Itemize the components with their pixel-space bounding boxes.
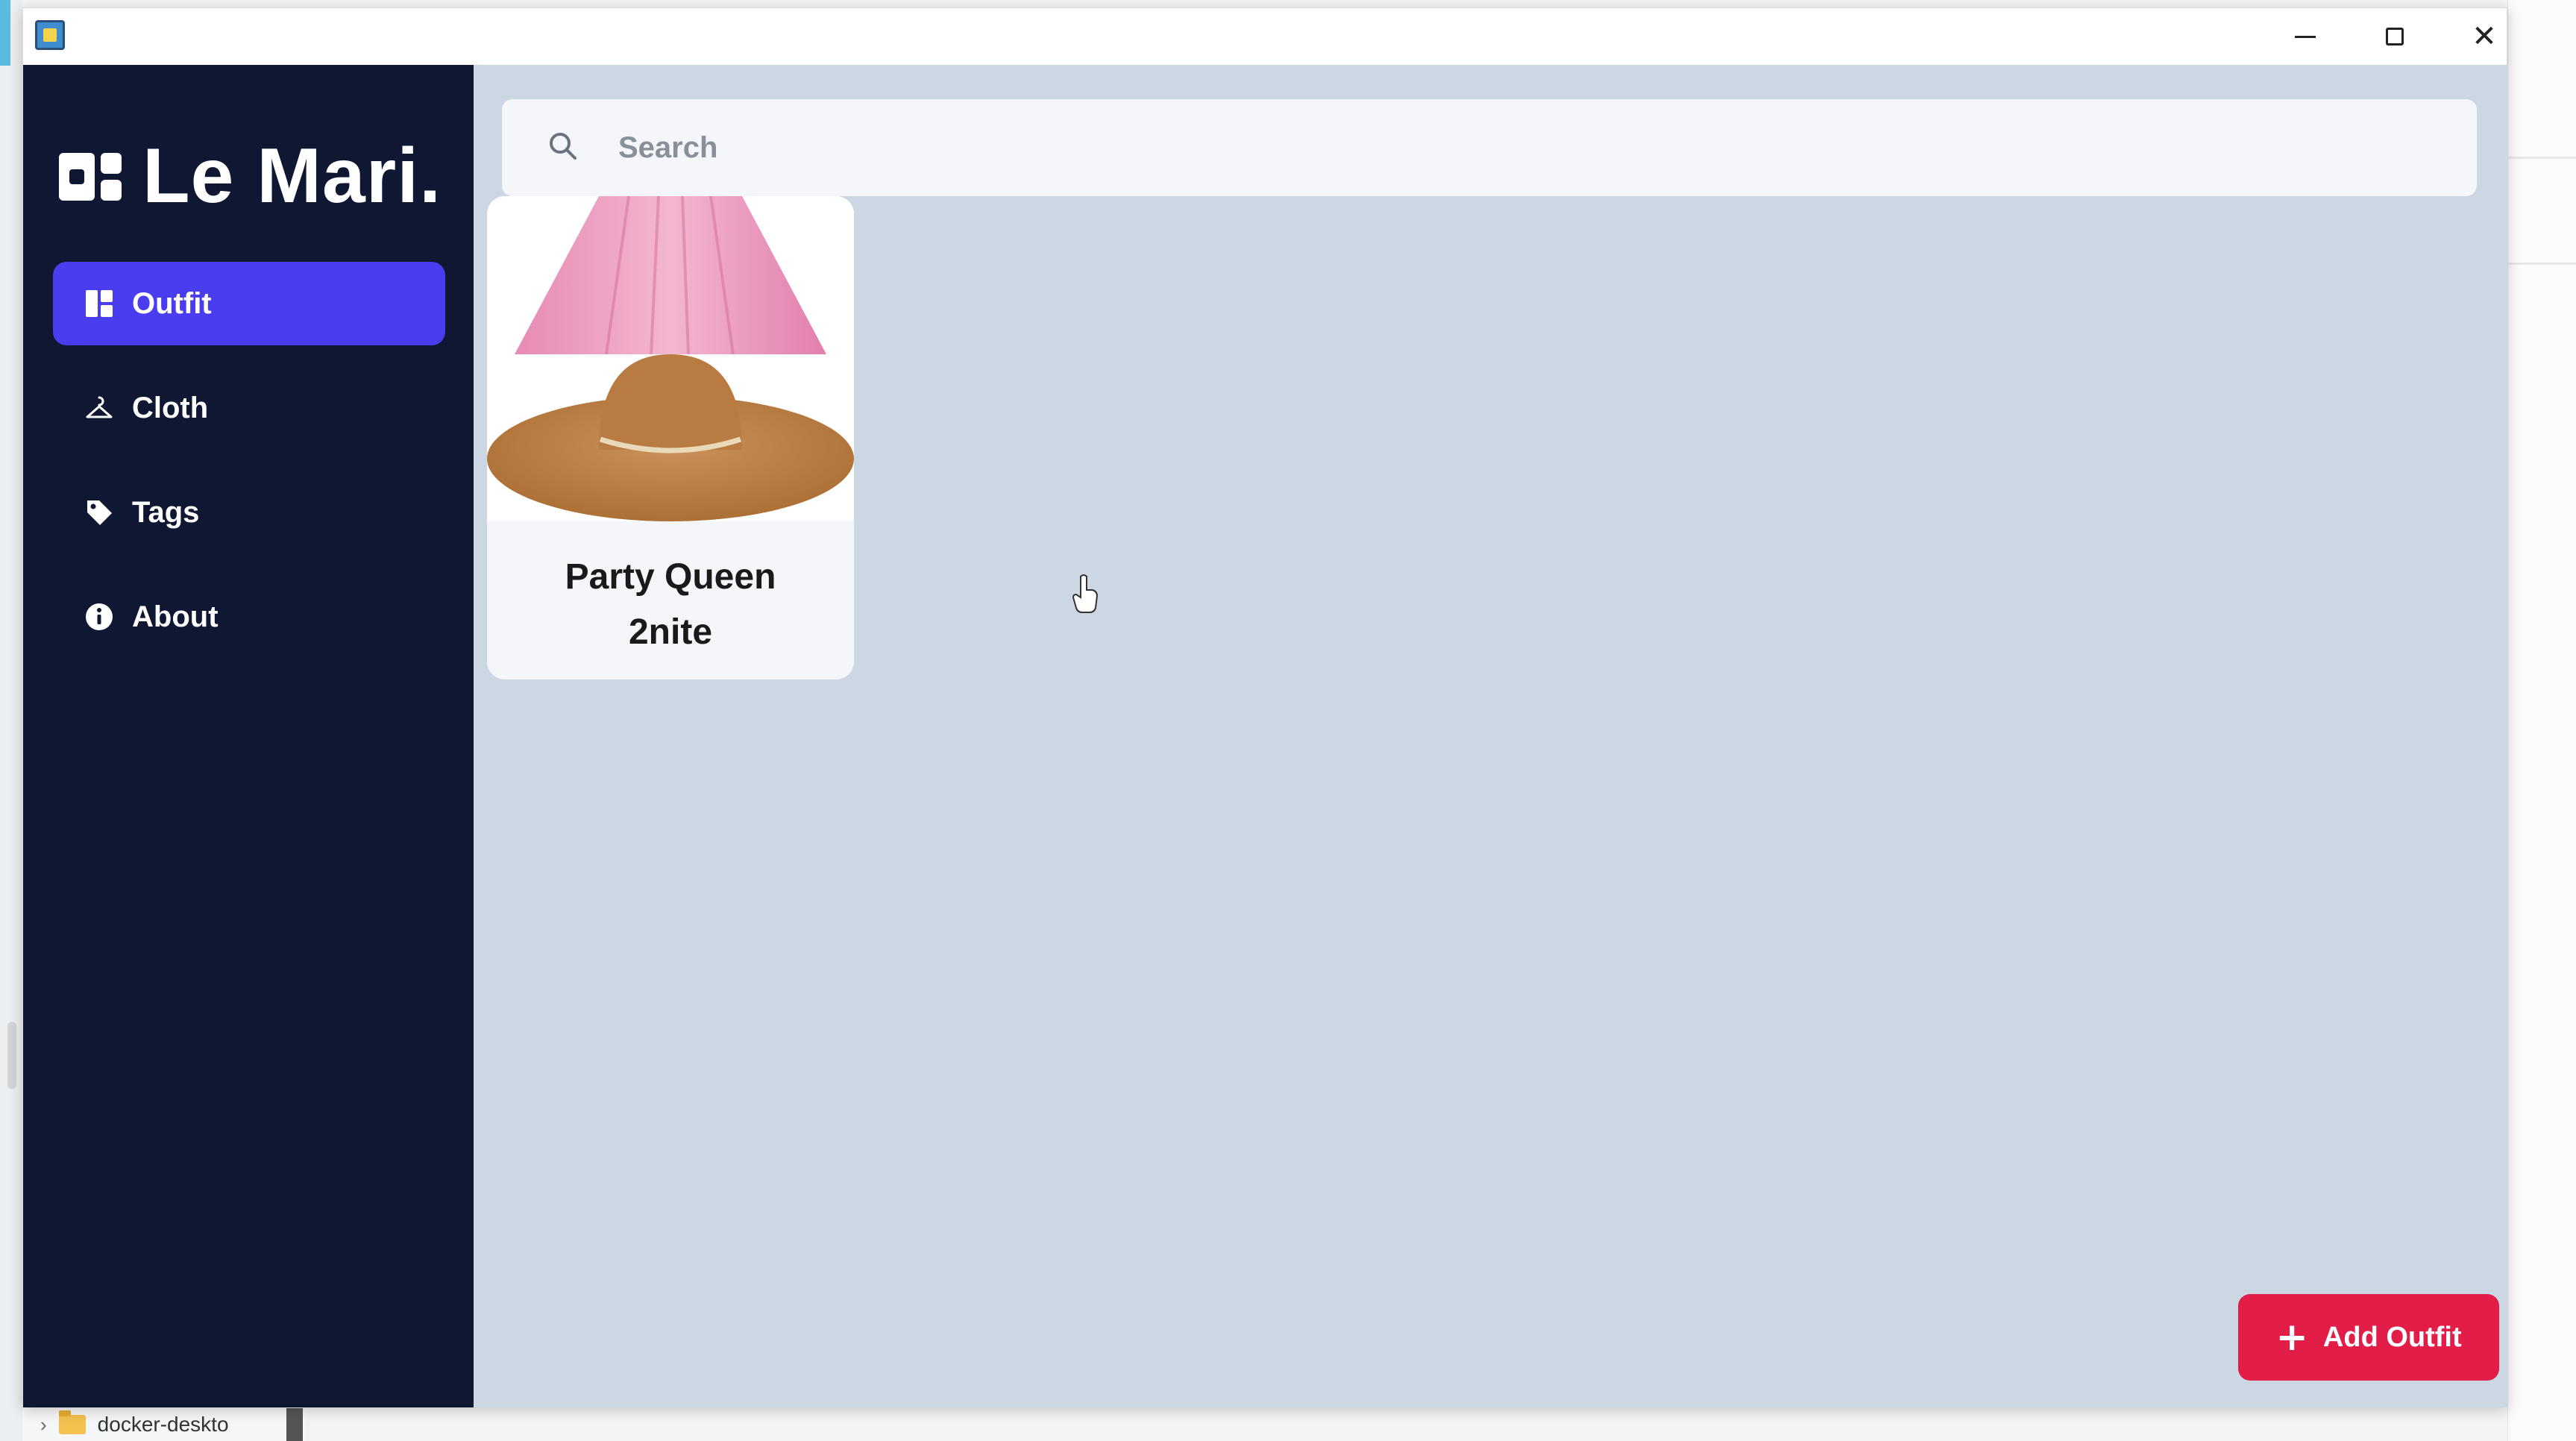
background-window-edge (2507, 0, 2576, 1441)
sidebar-item-outfit[interactable]: Outfit (53, 262, 445, 345)
folder-label: docker-deskto (97, 1413, 229, 1436)
outfit-card[interactable]: Party Queen 2nite (487, 196, 854, 679)
outfit-title: Party Queen 2nite (487, 550, 854, 660)
hanger-icon (84, 393, 114, 423)
desktop-scroll-grip (7, 1022, 16, 1089)
sidebar-item-tags[interactable]: Tags (53, 471, 445, 554)
outfit-image (487, 196, 854, 521)
close-icon: ✕ (2472, 19, 2497, 54)
desktop-left-edge (0, 0, 22, 1441)
app-icon (35, 20, 65, 50)
plus-icon: + (2275, 1315, 2308, 1360)
brand: Le Mari. (59, 132, 442, 221)
app-window: ✕ Le Mari. Outfit Cloth Tags About Searc… (22, 7, 2508, 1407)
explorer-scrollbar[interactable] (286, 1408, 303, 1441)
sidebar-item-about[interactable]: About (53, 575, 445, 659)
outfit-title-line: Party Queen (565, 557, 776, 597)
sidebar-item-label: Cloth (132, 391, 209, 424)
sidebar-item-cloth[interactable]: Cloth (53, 366, 445, 450)
sidebar-nav: Outfit Cloth Tags About (53, 262, 445, 679)
maximize-icon (2386, 28, 2404, 45)
desktop-accent (0, 0, 10, 66)
hand-cursor-icon (1072, 574, 1099, 613)
main-content: Party Queen 2nite + Add Outfit (474, 65, 2508, 1407)
close-button[interactable]: ✕ (2440, 8, 2529, 65)
outfit-title-line: 2nite (628, 612, 713, 652)
sidebar-item-label: Outfit (132, 286, 212, 320)
chevron-right-icon[interactable]: › (40, 1413, 47, 1437)
add-outfit-label: Add Outfit (2322, 1321, 2462, 1353)
background-divider (2507, 263, 2576, 265)
sidebar-item-label: About (132, 600, 219, 633)
background-divider (2507, 157, 2576, 159)
search-input[interactable] (617, 130, 2407, 166)
sidebar: Le Mari. Outfit Cloth Tags About (23, 65, 474, 1407)
logo-icon (59, 152, 122, 201)
dashboard-icon (84, 289, 114, 318)
folder-icon (58, 1410, 86, 1434)
maximize-button[interactable] (2350, 8, 2440, 65)
brand-name: Le Mari. (142, 133, 442, 219)
minimize-icon (2295, 35, 2316, 38)
search-icon (547, 130, 579, 166)
info-icon (84, 602, 114, 632)
minimize-button[interactable] (2261, 8, 2350, 65)
explorer-folder-row[interactable]: › docker-deskto (22, 1408, 306, 1441)
search-bar[interactable] (502, 99, 2477, 196)
tag-icon (84, 497, 114, 527)
sidebar-item-label: Tags (132, 495, 200, 529)
title-bar[interactable]: ✕ (23, 8, 2507, 65)
add-outfit-button[interactable]: + Add Outfit (2238, 1294, 2499, 1381)
